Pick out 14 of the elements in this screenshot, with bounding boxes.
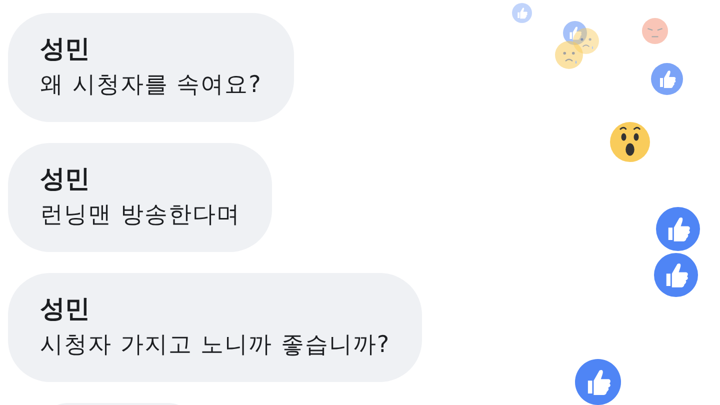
crying-face-icon — [573, 28, 599, 54]
comment-author: 성민 — [40, 293, 91, 325]
comment-message: 런닝맨 방송한다며 — [40, 201, 240, 230]
angry-face-icon — [642, 18, 668, 44]
crying-face-icon — [555, 41, 583, 69]
comment-message: 시청자 가지고 노니까 좋습니까? — [40, 331, 390, 360]
comment-message: 왜 시청자를 속여요? — [40, 71, 262, 100]
surprised-face-icon — [610, 122, 650, 162]
thumbs-up-icon — [656, 207, 700, 251]
thumbs-up-icon — [512, 3, 532, 23]
thumbs-up-icon — [651, 63, 683, 95]
thumbs-up-icon — [654, 253, 698, 297]
comment-author: 성민 — [40, 163, 91, 195]
comment-author: 성민 — [40, 33, 91, 65]
